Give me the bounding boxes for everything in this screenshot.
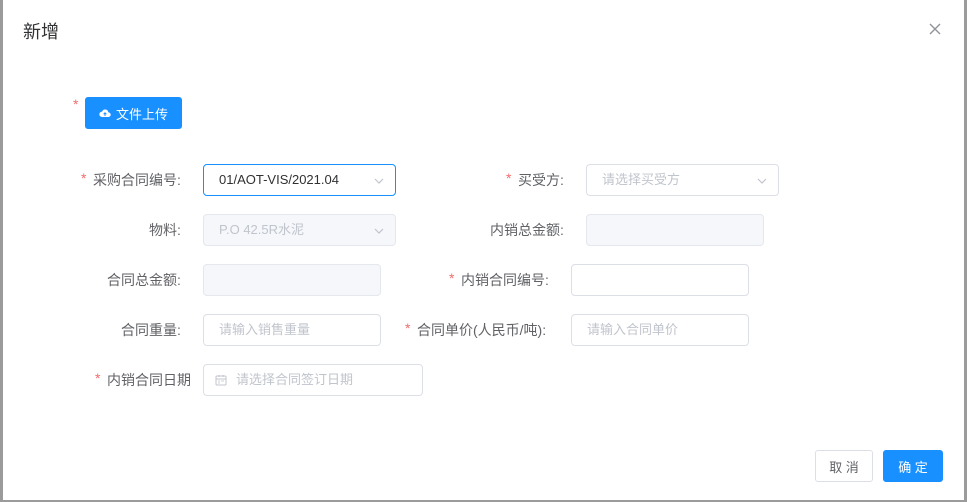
window-frame-left bbox=[0, 0, 3, 502]
domestic-contract-date-picker[interactable]: 请选择合同签订日期 bbox=[203, 364, 423, 396]
chevron-down-icon bbox=[757, 178, 767, 184]
domestic-total-amount-label: 内销总金额: bbox=[490, 222, 564, 238]
contract-unit-price-input[interactable]: 请输入合同单价 bbox=[571, 314, 749, 346]
buyer-select[interactable]: 请选择买受方 bbox=[586, 164, 779, 196]
cancel-button[interactable]: 取 消 bbox=[815, 450, 873, 482]
domestic-contract-no-label: 内销合同编号: bbox=[461, 272, 549, 288]
buyer-placeholder: 请选择买受方 bbox=[602, 172, 681, 187]
required-asterisk: * bbox=[405, 320, 411, 336]
confirm-button[interactable]: 确 定 bbox=[883, 450, 943, 482]
required-asterisk: * bbox=[73, 96, 79, 112]
purchase-contract-no-value: 01/AOT-VIS/2021.04 bbox=[219, 172, 339, 187]
domestic-total-amount-input bbox=[586, 214, 764, 246]
calendar-icon bbox=[215, 375, 227, 386]
required-asterisk: * bbox=[506, 170, 512, 186]
required-asterisk: * bbox=[81, 170, 87, 186]
purchase-contract-no-select[interactable]: 01/AOT-VIS/2021.04 bbox=[203, 164, 396, 196]
contract-weight-label: 合同重量: bbox=[121, 322, 181, 338]
chevron-down-icon bbox=[374, 228, 384, 234]
material-value: P.O 42.5R水泥 bbox=[219, 222, 305, 237]
material-label: 物料: bbox=[149, 222, 181, 238]
contract-unit-price-label: 合同单价(人民币/吨): bbox=[417, 322, 547, 338]
required-asterisk: * bbox=[95, 370, 101, 386]
contract-total-amount-input bbox=[203, 264, 381, 296]
purchase-contract-no-label: 采购合同编号: bbox=[93, 172, 181, 188]
contract-total-amount-label: 合同总金额: bbox=[107, 272, 181, 288]
dialog-title: 新增 bbox=[23, 22, 59, 42]
file-upload-button[interactable]: 文件上传 bbox=[85, 97, 182, 129]
file-upload-label: 文件上传 bbox=[115, 106, 168, 122]
required-asterisk: * bbox=[449, 270, 455, 286]
close-icon[interactable] bbox=[926, 20, 944, 38]
buyer-label: 买受方: bbox=[518, 172, 564, 188]
contract-weight-input[interactable]: 请输入销售重量 bbox=[203, 314, 381, 346]
material-select: P.O 42.5R水泥 bbox=[203, 214, 396, 246]
domestic-contract-date-label: 内销合同日期 bbox=[107, 372, 191, 388]
cloud-upload-icon bbox=[99, 109, 111, 117]
domestic-contract-no-input[interactable] bbox=[571, 264, 749, 296]
domestic-contract-date-placeholder: 请选择合同签订日期 bbox=[236, 372, 354, 387]
contract-unit-price-placeholder: 请输入合同单价 bbox=[587, 322, 679, 337]
chevron-down-icon bbox=[374, 178, 384, 184]
contract-weight-placeholder: 请输入销售重量 bbox=[219, 322, 311, 337]
